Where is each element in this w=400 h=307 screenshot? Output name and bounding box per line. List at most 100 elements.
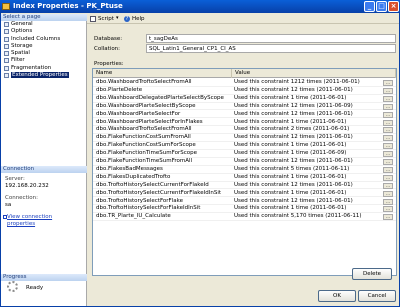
table-row[interactable]: dbo.FlakesDuplicatedTrofto Used this cons…	[93, 174, 396, 182]
table-row[interactable]: dbo.FlakeFunctionCostSumFromAll Used this…	[93, 134, 396, 143]
script-dropdown-icon[interactable]: ▾	[116, 15, 119, 21]
property-value-cell[interactable]: Used this constraint 5 times (2011-06-11…	[234, 166, 379, 174]
page-icon	[4, 65, 9, 71]
property-value-cell[interactable]: Used this constraint 1 time (2011-06-01)	[234, 205, 379, 213]
property-value-cell[interactable]: Used this constraint 12 times (2011-06-0…	[234, 182, 379, 190]
property-name-cell: dbo.TroftoHistorySelectCurrentForFlakeId	[96, 181, 209, 188]
minimize-button[interactable]: _	[364, 1, 375, 12]
close-button[interactable]: ×	[388, 1, 399, 12]
ellipsis-button[interactable]: ...	[383, 159, 393, 165]
property-value-cell[interactable]: Used this constraint 2 times (2011-06-01…	[234, 126, 379, 134]
view-connection-properties-link[interactable]: View connection properties	[7, 214, 52, 228]
properties-grid[interactable]: Name Value dbo.WashboardTroftoSelectFrom…	[92, 68, 397, 276]
property-name-cell: dbo.FlakesBadMessages	[96, 165, 163, 172]
property-name-cell: dbo.FlakeFunctionCostSumForScope	[96, 142, 196, 149]
help-label: Help	[132, 16, 145, 22]
table-row[interactable]: dbo.WashboardTroftoSelectFromAll Used thi…	[93, 79, 396, 87]
progress-header: Progress	[1, 274, 87, 281]
ellipsis-button[interactable]: ...	[383, 166, 393, 173]
property-value-cell[interactable]: Used this constraint 1 time (2011-06-01)	[234, 142, 379, 150]
help-button[interactable]: ? Help	[123, 15, 145, 23]
property-value-cell[interactable]: Used this constraint 12 times (2011-06-0…	[234, 87, 379, 95]
ellipsis-button[interactable]: ...	[383, 182, 393, 189]
table-row[interactable]: dbo.FlakesBadMessages Used this constrain…	[93, 166, 396, 174]
delete-button[interactable]: Delete	[352, 268, 392, 280]
script-button[interactable]: Script	[89, 15, 114, 23]
ellipsis-button[interactable]: ...	[383, 135, 393, 142]
table-row[interactable]: dbo.WashboardTroftoSelectFromAll Used thi…	[93, 126, 396, 135]
property-value-cell[interactable]: Used this constraint 12 times (2011-06-0…	[234, 158, 379, 166]
connection-value: sa	[5, 202, 12, 208]
page-item[interactable]: Filter	[1, 57, 87, 64]
ellipsis-button[interactable]: ...	[383, 214, 393, 221]
page-icon	[4, 58, 9, 64]
ellipsis-button[interactable]: ...	[383, 103, 393, 110]
property-name-cell: dbo.FlakeFunctionCostSumFromAll	[96, 134, 191, 141]
ellipsis-button[interactable]: ...	[383, 143, 393, 150]
page-item[interactable]: Extended Properties	[1, 72, 87, 79]
table-row[interactable]: dbo.FlakeFunctionCostSumForScope Used thi…	[93, 142, 396, 150]
ellipsis-button[interactable]: ...	[383, 198, 393, 205]
table-row[interactable]: dbo.WashboardPlarteSelectByScope Used thi…	[93, 103, 396, 111]
property-value-cell[interactable]: Used this constraint 12 times (2011-06-0…	[234, 134, 379, 142]
page-item[interactable]: Fragmentation	[1, 65, 87, 72]
ellipsis-button[interactable]: ...	[383, 119, 393, 126]
table-row[interactable]: dbo.PlarteDelete Used this constraint 12 …	[93, 87, 396, 95]
page-item[interactable]: Included Columns	[1, 36, 87, 43]
page-item[interactable]: Storage	[1, 43, 87, 50]
ellipsis-button[interactable]: ...	[383, 95, 393, 102]
property-value-cell[interactable]: Used this constraint 1 time (2011-06-01)	[234, 174, 379, 182]
value-column-header[interactable]: Value	[232, 69, 396, 78]
ellipsis-button[interactable]: ...	[383, 80, 393, 86]
table-row[interactable]: dbo.FlakeFunctionTimeSumForScope Used thi…	[93, 150, 396, 158]
table-row[interactable]: dbo.FlakeFunctionTimeSumFromAll Used this…	[93, 158, 396, 166]
table-row[interactable]: dbo.WashboardPlarteSelectFor Used this co…	[93, 111, 396, 119]
property-value-cell[interactable]: Used this constraint 1 time (2011-06-01)	[234, 119, 379, 127]
ellipsis-button[interactable]: ...	[383, 190, 393, 197]
help-icon: ?	[124, 16, 130, 22]
ellipsis-button[interactable]: ...	[383, 151, 393, 158]
server-value: 192.168.20.232	[5, 183, 49, 189]
name-column-header[interactable]: Name	[93, 69, 232, 78]
table-row[interactable]: dbo.TroftoHistorySelectForFlake Used this…	[93, 198, 396, 206]
page-list: General Options Included Columns Storage Spa…	[1, 21, 87, 79]
ellipsis-button[interactable]: ...	[383, 111, 393, 118]
page-item[interactable]: Spatial	[1, 50, 87, 57]
maximize-button[interactable]: □	[376, 1, 387, 12]
page-icon	[4, 22, 9, 27]
property-name-cell: dbo.TR_Plarte_IU_Calculate	[96, 213, 171, 220]
page-label: General	[11, 21, 33, 27]
property-value-cell[interactable]: Used this constraint 12 times (2011-06-0…	[234, 111, 379, 119]
collation-label: Collation:	[94, 46, 121, 52]
table-row[interactable]: dbo.TR_Plarte_IU_Calculate Used this cons…	[93, 213, 396, 222]
window-title: Index Properties - PK_Ptuse	[13, 2, 123, 10]
property-value-cell[interactable]: Used this constraint 1 time (2011-06-01)	[234, 95, 379, 103]
property-value-cell[interactable]: Used this constraint 12 times (2011-06-0…	[234, 103, 379, 111]
page-item[interactable]: General	[1, 21, 87, 28]
table-row[interactable]: dbo.WashboardDelegatedPlarteSelectByScop…	[93, 95, 396, 103]
page-item[interactable]: Options	[1, 28, 87, 35]
property-value-cell[interactable]: Used this constraint 1 time (2011-06-01)	[234, 190, 379, 198]
page-icon	[4, 36, 9, 42]
title-bar: Index Properties - PK_Ptuse _ □ ×	[0, 0, 400, 13]
property-value-cell[interactable]: Used this constraint 1212 times (2011-06…	[234, 79, 379, 87]
cancel-button[interactable]: Cancel	[358, 290, 396, 302]
ellipsis-button[interactable]: ...	[383, 174, 393, 181]
window-icon	[2, 3, 10, 10]
property-name-cell: dbo.WashboardPlarteSelectForInFlakes	[96, 118, 203, 125]
property-value-cell[interactable]: Used this constraint 1 time (2011-06-09)	[234, 150, 379, 158]
select-page-header: Select a page	[1, 14, 87, 21]
table-row[interactable]: dbo.WashboardPlarteSelectForInFlakes Used…	[93, 119, 396, 127]
property-value-cell[interactable]: Used this constraint 5,170 times (2011-0…	[234, 213, 379, 221]
ellipsis-button[interactable]: ...	[383, 206, 393, 213]
ellipsis-button[interactable]: ...	[383, 127, 393, 134]
property-name-cell: dbo.FlakeFunctionTimeSumFromAll	[96, 158, 193, 164]
ok-button[interactable]: OK	[318, 290, 356, 302]
ellipsis-button[interactable]: ...	[383, 87, 393, 94]
progress-spinner-icon	[7, 281, 18, 292]
property-value-cell[interactable]: Used this constraint 12 times (2011-06-0…	[234, 198, 379, 206]
page-label: Included Columns	[11, 35, 61, 42]
table-row[interactable]: dbo.TroftoHistorySelectForFlakeIdInSit Us…	[93, 205, 396, 214]
table-row[interactable]: dbo.TroftoHistorySelectCurrentForFlakeId…	[93, 190, 396, 198]
table-row[interactable]: dbo.TroftoHistorySelectCurrentForFlakeId…	[93, 182, 396, 190]
